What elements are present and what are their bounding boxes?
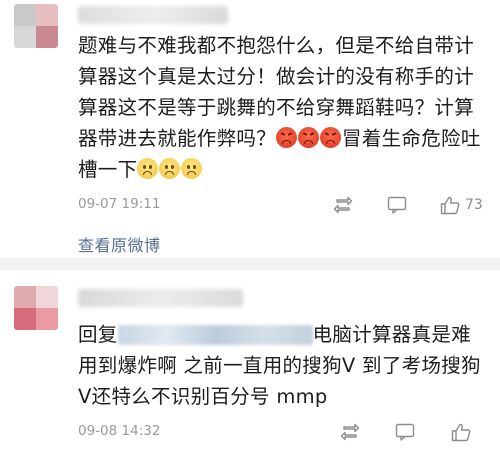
pleading-face-emoji-icon: [181, 158, 203, 179]
avatar[interactable]: [14, 4, 58, 48]
timestamp: 09-08 14:32: [78, 423, 161, 439]
comment-icon: [387, 196, 407, 214]
pleading-face-emoji-icon: [137, 158, 159, 179]
reply-prefix: 回复: [78, 323, 118, 346]
comment-button[interactable]: [387, 193, 407, 217]
comment-item-1: 题难与不难我都不抱怨什么，但是不给自带计算器这个真是太过分！做会计的没有称手的计…: [0, 0, 500, 258]
mention-blurred[interactable]: [117, 325, 313, 345]
repost-button[interactable]: [340, 420, 360, 444]
comment-button[interactable]: [395, 420, 415, 444]
thumbs-up-icon: [440, 196, 460, 214]
avatar[interactable]: [14, 286, 58, 330]
like-count: 73: [465, 197, 483, 213]
comment-meta: 09-07 19:11 73: [78, 193, 483, 217]
thumbs-up-icon: [451, 423, 471, 441]
angry-face-emoji-icon: [320, 127, 342, 148]
view-original-weibo-link[interactable]: 查看原微博: [78, 232, 161, 256]
angry-face-emoji-icon: [298, 127, 320, 148]
username-blurred[interactable]: [78, 6, 228, 24]
pleading-face-emoji-icon: [159, 158, 181, 179]
angry-face-emoji-icon: [276, 127, 298, 148]
username-blurred[interactable]: [78, 289, 243, 307]
repost-icon: [340, 423, 360, 441]
like-button[interactable]: [451, 420, 476, 444]
section-divider: [0, 258, 500, 270]
timestamp: 09-07 19:11: [78, 196, 161, 212]
repost-button[interactable]: [333, 193, 353, 217]
comment-text: 题难与不难我都不抱怨什么，但是不给自带计算器这个真是太过分！做会计的没有称手的计…: [78, 30, 482, 185]
comment-icon: [395, 423, 415, 441]
comment-text: 回复 电脑计算器真是难用到爆炸啊 之前一直用的搜狗V 到了考场搜狗V还特么不识别百…: [78, 319, 482, 412]
comment-meta: 09-08 14:32: [78, 420, 482, 444]
comment-item-2: 回复 电脑计算器真是难用到爆炸啊 之前一直用的搜狗V 到了考场搜狗V还特么不识别百…: [0, 270, 500, 462]
like-button[interactable]: 73: [440, 193, 483, 217]
repost-icon: [333, 196, 353, 214]
